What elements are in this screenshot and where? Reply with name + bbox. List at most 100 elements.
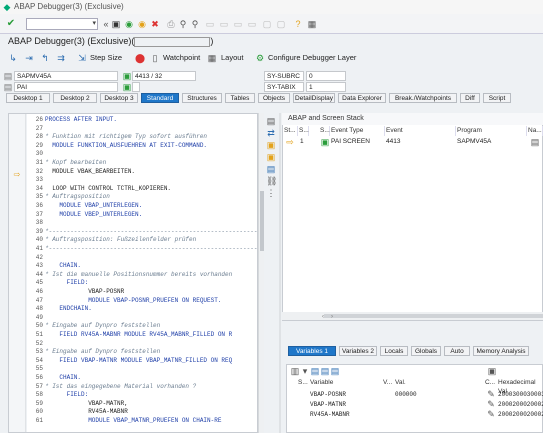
code-line[interactable]: MODULE VBAK_BEARBEITEN. — [45, 168, 135, 175]
cancel-icon[interactable]: ✖ — [150, 19, 160, 29]
code-line[interactable]: MODULE VBAP_UNTERLEGEN. — [45, 202, 142, 209]
step-size-icon[interactable]: ⇲ — [77, 53, 87, 63]
code-line[interactable]: * Funktion mit richtigem Typ sofort ausf… — [45, 133, 207, 140]
tab-variables-2[interactable]: Variables 2 — [339, 346, 377, 356]
tab-data-explorer[interactable]: Data Explorer — [338, 93, 386, 103]
code-line[interactable]: VBAP-POSNR — [45, 288, 124, 295]
edit-pencil-icon[interactable]: ✎ — [486, 399, 496, 409]
code-line[interactable]: CHAIN. — [45, 374, 81, 381]
last-page-icon[interactable]: ▭ — [247, 19, 257, 29]
panel-layout-icon[interactable]: ▤ — [266, 116, 276, 126]
filter-icon[interactable]: ▾ — [300, 366, 310, 376]
code-line[interactable]: * Auftragsposition: Fußzeilenfelder prüf… — [45, 236, 196, 243]
stack-row-level[interactable]: 1 — [300, 137, 304, 147]
variable-name[interactable]: RV45A-MABNR — [310, 410, 350, 419]
stack-col-header[interactable]: St... — [284, 126, 298, 136]
settings-icon[interactable]: ▣ — [487, 366, 497, 376]
watchpoint-icon[interactable]: ▯ — [150, 53, 160, 63]
code-line[interactable]: * Auftragsposition — [45, 193, 110, 200]
delete-icon[interactable]: ▥ — [290, 366, 300, 376]
tab-objects[interactable]: Objects — [258, 93, 290, 103]
stack-row-event[interactable]: 4413 — [386, 137, 400, 147]
print-icon[interactable]: ⎙ — [166, 19, 176, 29]
panel-new-tool-icon[interactable]: ▤ — [266, 164, 276, 174]
code-line[interactable]: * Ist die manuelle Positionsnummer berei… — [45, 271, 232, 278]
tab-diff[interactable]: Diff — [460, 93, 480, 103]
watchpoint-button[interactable]: Watchpoint — [163, 53, 200, 62]
configure-debugger-layer-button[interactable]: Configure Debugger Layer — [268, 53, 356, 62]
tab-standard[interactable]: Standard — [141, 93, 179, 103]
code-line[interactable]: MODULE VBAP-POSNR_PRUEFEN ON REQUEST. — [45, 297, 221, 304]
panel-tool-icon[interactable]: ▣ — [266, 140, 276, 150]
tab-tables[interactable]: Tables — [225, 93, 255, 103]
code-line[interactable]: MODULE FUNKTION_AUSFUEHREN AT EXIT-COMMA… — [45, 142, 207, 149]
panel-link-icon[interactable]: ⛓ — [266, 176, 277, 186]
stack-col-header[interactable]: Na... — [528, 126, 543, 136]
code-line[interactable]: * Ist das eingegebene Material vorhanden… — [45, 383, 196, 390]
return-icon[interactable]: ↰ — [40, 53, 50, 63]
navigate-icon[interactable]: ▤ — [530, 137, 540, 147]
next-page-icon[interactable]: ▭ — [233, 19, 243, 29]
horizontal-splitter[interactable] — [282, 321, 543, 343]
code-line[interactable]: CHAIN. — [45, 262, 81, 269]
code-line[interactable]: LOOP WITH CONTROL TCTRL_KOPIEREN. — [45, 185, 171, 192]
save-icon[interactable]: ▣ — [111, 19, 121, 29]
configure-icon[interactable]: ⚙ — [255, 53, 265, 63]
layout-button[interactable]: Layout — [221, 53, 244, 62]
tool-icon-3[interactable]: ▤ — [330, 366, 340, 376]
var-col-header[interactable]: C... — [485, 378, 495, 387]
variable-name[interactable]: VBAP-MATNR — [310, 400, 346, 409]
panel-splitter[interactable] — [279, 113, 281, 433]
command-field[interactable]: ▾ — [26, 18, 98, 30]
var-col-header[interactable]: Hexadecimal Val — [498, 378, 543, 395]
edit-pencil-icon[interactable]: ✎ — [486, 409, 496, 419]
var-col-header[interactable]: Val. — [395, 378, 406, 387]
code-line[interactable]: FIELD: — [45, 391, 89, 398]
code-line[interactable]: FIELD: — [45, 279, 89, 286]
code-line[interactable]: FIELD VBAP-MATNR MODULE VBAP_MATNR_FILLE… — [45, 357, 232, 364]
code-line[interactable]: MODULE VBEP_UNTERLEGEN. — [45, 211, 142, 218]
find-icon[interactable]: ⚲ — [178, 19, 188, 29]
tab-break-watchpoints[interactable]: Break./Watchpoints — [389, 93, 457, 103]
tab-detail-display[interactable]: DetailDisplay — [293, 93, 335, 103]
find-next-icon[interactable]: ⚲ — [190, 19, 200, 29]
confirm-icon[interactable]: ✔ — [6, 19, 16, 29]
source-code-panel[interactable]: 26 PROCESS AFTER INPUT. 27 28 * Funktion mit… — [8, 113, 258, 433]
edit-pencil-icon[interactable]: ✎ — [486, 389, 496, 399]
chevron-down-icon[interactable]: ▾ — [92, 19, 96, 27]
tab-auto[interactable]: Auto — [444, 346, 470, 356]
tab-desktop-3[interactable]: Desktop 3 — [100, 93, 138, 103]
layout-icon[interactable]: ▦ — [207, 53, 217, 63]
source-scrollbar[interactable] — [258, 113, 264, 433]
help-icon[interactable]: ? — [293, 19, 303, 29]
code-line[interactable]: VBAP-MATNR, — [45, 400, 128, 407]
tab-globals[interactable]: Globals — [411, 346, 441, 356]
stack-col-header[interactable]: Event — [386, 126, 456, 136]
new-session-icon[interactable]: ▢ — [262, 19, 272, 29]
panel-swap-icon[interactable]: ⇄ — [266, 128, 276, 138]
stack-row-program[interactable]: SAPMV45A — [457, 137, 491, 147]
var-col-header[interactable]: S... — [298, 378, 308, 387]
execute-icon[interactable]: ⇥ — [24, 53, 34, 63]
single-step-icon[interactable]: ↳ — [8, 53, 18, 63]
variable-name[interactable]: VBAP-POSNR — [310, 390, 346, 399]
panel-folder-icon[interactable]: ▣ — [266, 152, 276, 162]
stack-col-header[interactable]: S... — [299, 126, 309, 136]
stop-icon[interactable]: ⬤ — [135, 53, 145, 63]
code-line[interactable]: FIELD RV45A-MABNR MODULE RV45A_MABNR_FIL… — [45, 331, 232, 338]
code-line[interactable]: * Eingabe auf Dynpro feststellen — [45, 348, 160, 355]
tab-structures[interactable]: Structures — [182, 93, 222, 103]
back-icon[interactable]: ◉ — [124, 19, 134, 29]
stack-col-header[interactable]: Event Type — [331, 126, 385, 136]
var-col-header[interactable]: Variable — [310, 378, 333, 387]
tab-desktop-2[interactable]: Desktop 2 — [53, 93, 97, 103]
scrollbar-thumb[interactable] — [260, 191, 264, 251]
code-line[interactable]: RV45A-MABNR — [45, 408, 128, 415]
code-line[interactable]: * Kopf bearbeiten — [45, 159, 106, 166]
tab-memory-analysis[interactable]: Memory Analysis — [473, 346, 529, 356]
stack-col-header[interactable]: Program — [457, 126, 527, 136]
var-col-header[interactable]: V... — [383, 378, 392, 387]
continue-icon[interactable]: ⇉ — [56, 53, 66, 63]
code-line[interactable]: *---------------------------------------… — [45, 245, 257, 252]
stack-col-header[interactable]: S... — [320, 126, 330, 136]
